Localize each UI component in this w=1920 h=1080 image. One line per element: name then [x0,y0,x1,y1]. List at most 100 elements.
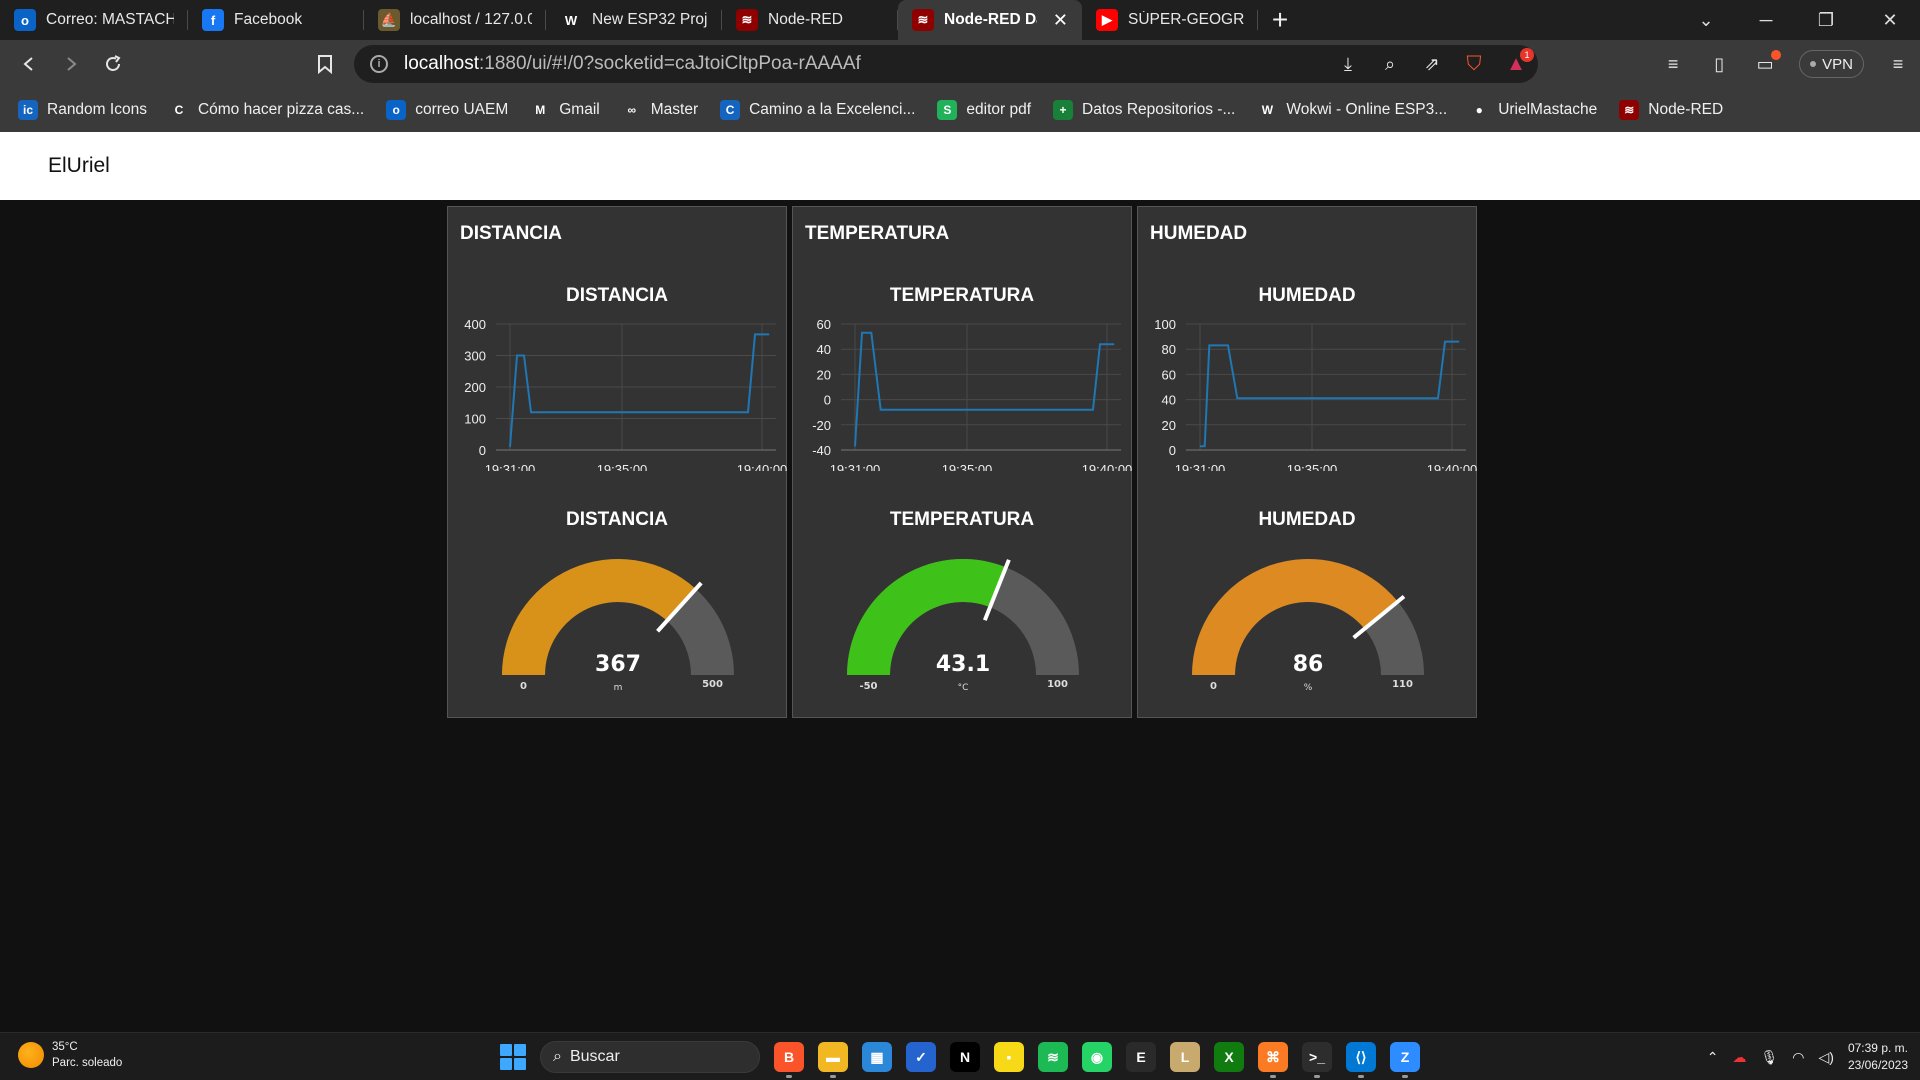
weather-sun-icon [18,1042,44,1068]
volume-icon[interactable]: ◁) [1819,1049,1834,1066]
bookmark-5[interactable]: C Camino a la Excelenci... [720,100,915,120]
bookmark-0[interactable]: ic Random Icons [18,100,147,120]
terminal-icon[interactable]: >_ [1302,1042,1332,1078]
data-series-line [1200,340,1459,448]
xbox-icon[interactable]: X [1214,1042,1244,1072]
sheets-icon: + [1053,100,1074,120]
bookmark-3[interactable]: M Gmail [530,100,600,120]
weather-widget[interactable]: 35°C Parc. soleado [18,1039,122,1071]
bookmark-10[interactable]: ≋ Node-RED [1619,100,1723,120]
spotify-icon[interactable]: ≋ [1038,1042,1068,1072]
link-icon: C [168,100,189,120]
data-series-line [854,331,1114,447]
tab-title: Node-RED Dashboard [944,11,1037,28]
gauge-value: 86 [1293,652,1324,677]
close-window-button[interactable]: ✕ [1860,0,1920,40]
y-tick-label: 400 [464,317,486,332]
tab-list-chevron-icon[interactable]: ⌄ [1676,0,1736,40]
bookmark-button[interactable] [304,44,346,84]
bookmarks-bar: ic Random Icons C Cómo hacer pizza cas... o c… [0,88,1920,132]
bookmark-2[interactable]: o correo UAEM [386,100,508,120]
brave-icon[interactable]: B [774,1042,804,1078]
sticky-notes-icon[interactable]: ▪ [994,1042,1024,1072]
tab-4[interactable]: ≋ Node-RED [722,0,898,40]
x-tick-label: 19:40:00 [1082,462,1133,471]
chart-title: DISTANCIA [565,285,669,306]
y-tick-label: 200 [464,380,486,395]
epic-games-icon[interactable]: E [1126,1042,1156,1072]
group-humedad: HUMEDAD HUMEDAD 0 20 40 60 80 100 19:31:00 19:35:… [1137,206,1477,718]
weather-desc: Parc. soleado [52,1057,123,1069]
data-point [870,332,872,334]
bookmark-1[interactable]: C Cómo hacer pizza cas... [168,100,364,120]
tray-chevron-icon[interactable]: ⌃ [1707,1049,1719,1066]
start-button[interactable] [500,1044,526,1070]
new-tab-button[interactable]: + [1258,0,1302,40]
data-point [754,333,756,335]
wallet-badge-dot [1771,50,1782,60]
tab-6[interactable]: ▶ SÚPER-GEOGRAFÍA pregun [1082,0,1258,40]
bookmark-8[interactable]: W Wokwi - Online ESP3... [1257,100,1447,120]
bookmark-7[interactable]: + Datos Repositorios -... [1053,100,1235,120]
tab-0[interactable]: o Correo: MASTACHE JUAREZ [0,0,188,40]
tab-title: Correo: MASTACHE JUAREZ [46,11,174,28]
wallet-icon[interactable]: ▭ [1753,50,1782,76]
microphone-icon[interactable]: 🎙︎ [1761,1049,1779,1066]
onedrive-icon[interactable]: ☁ [1733,1049,1747,1066]
forward-button[interactable] [50,44,92,84]
x-tick-label: 19:31:00 [830,462,881,471]
clock-date: 23/06/2023 [1847,1058,1908,1072]
file-explorer-icon[interactable]: ▬ [818,1042,848,1078]
youtube-icon: ▶ [1096,9,1118,31]
taskbar-search[interactable]: ⌕ Buscar [540,1041,760,1073]
netflix-icon[interactable]: N [950,1042,980,1072]
whatsapp-icon[interactable]: ◉ [1082,1042,1112,1072]
brave-rewards-icon[interactable]: ▲ 1 [1504,48,1534,76]
x-tick-label: 19:31:00 [485,462,536,471]
gauge: 367 m 0 500 [502,559,734,693]
close-tab-icon[interactable]: ✕ [1053,10,1068,31]
data-point [537,411,539,413]
zoom-icon[interactable]: Z [1390,1042,1420,1078]
sidebar-toggle-icon[interactable]: ▯ [1707,52,1731,76]
search-placeholder: Buscar [569,1048,620,1065]
zoom-icon[interactable]: ⌕ [1378,52,1402,76]
gauge-value: 367 [595,652,641,677]
minimize-button[interactable]: ─ [1736,0,1796,40]
league-icon[interactable]: L [1170,1042,1200,1072]
todo-icon[interactable]: ✓ [906,1042,936,1072]
group-temperatura: TEMPERATURA TEMPERATURA -40 -20 0 20 40 60 19:31… [792,206,1132,718]
group-title: DISTANCIA [460,223,563,244]
tab-3[interactable]: W New ESP32 Project - Wokw [546,0,722,40]
share-icon[interactable]: ⇗ [1420,52,1444,76]
playlist-icon[interactable]: ≡ [1661,52,1685,76]
site-info-icon[interactable]: i [370,55,388,73]
tab-2[interactable]: ⛵ localhost / 127.0.0.1 / eluri [364,0,546,40]
data-point [880,409,882,411]
reload-icon [106,55,121,71]
address-bar[interactable]: i localhost:1880/ui/#!/0?socketid=caJtoi… [354,45,1538,83]
store-icon[interactable]: ▦ [862,1042,892,1072]
tab-1[interactable]: f Facebook [188,0,364,40]
reload-button[interactable] [92,44,134,84]
clock[interactable]: 07:39 p. m. 23/06/2023 [1848,1040,1908,1074]
bookmark-4[interactable]: ∞ Master [621,100,698,120]
gauge-max: 110 [1392,679,1413,690]
vpn-label: VPN [1822,55,1853,73]
bookmark-9[interactable]: ● UrielMastache [1469,100,1597,120]
brave-shields-icon[interactable]: ⛉ [1462,52,1486,76]
vpn-button[interactable]: VPN [1799,50,1864,78]
dashboard-title: ElUriel [48,154,110,177]
wifi-icon[interactable]: ◠ [1792,1049,1804,1066]
clock-time: 07:39 p. m. [1847,1041,1908,1055]
bookmark-6[interactable]: Seditor pdf [937,100,1031,120]
install-app-icon[interactable]: ⤓ [1336,52,1360,76]
tab-5[interactable]: ≋ Node-RED Dashboard ✕ [898,0,1082,40]
restore-button[interactable]: ❐ [1796,0,1856,40]
gauge-title: DISTANCIA [565,509,669,530]
vscode-icon[interactable]: ⟨⟩ [1346,1042,1376,1078]
menu-icon[interactable]: ≡ [1886,52,1910,76]
back-button[interactable] [8,44,50,84]
data-point [1113,343,1115,345]
xampp-icon[interactable]: ⌘ [1258,1042,1288,1078]
